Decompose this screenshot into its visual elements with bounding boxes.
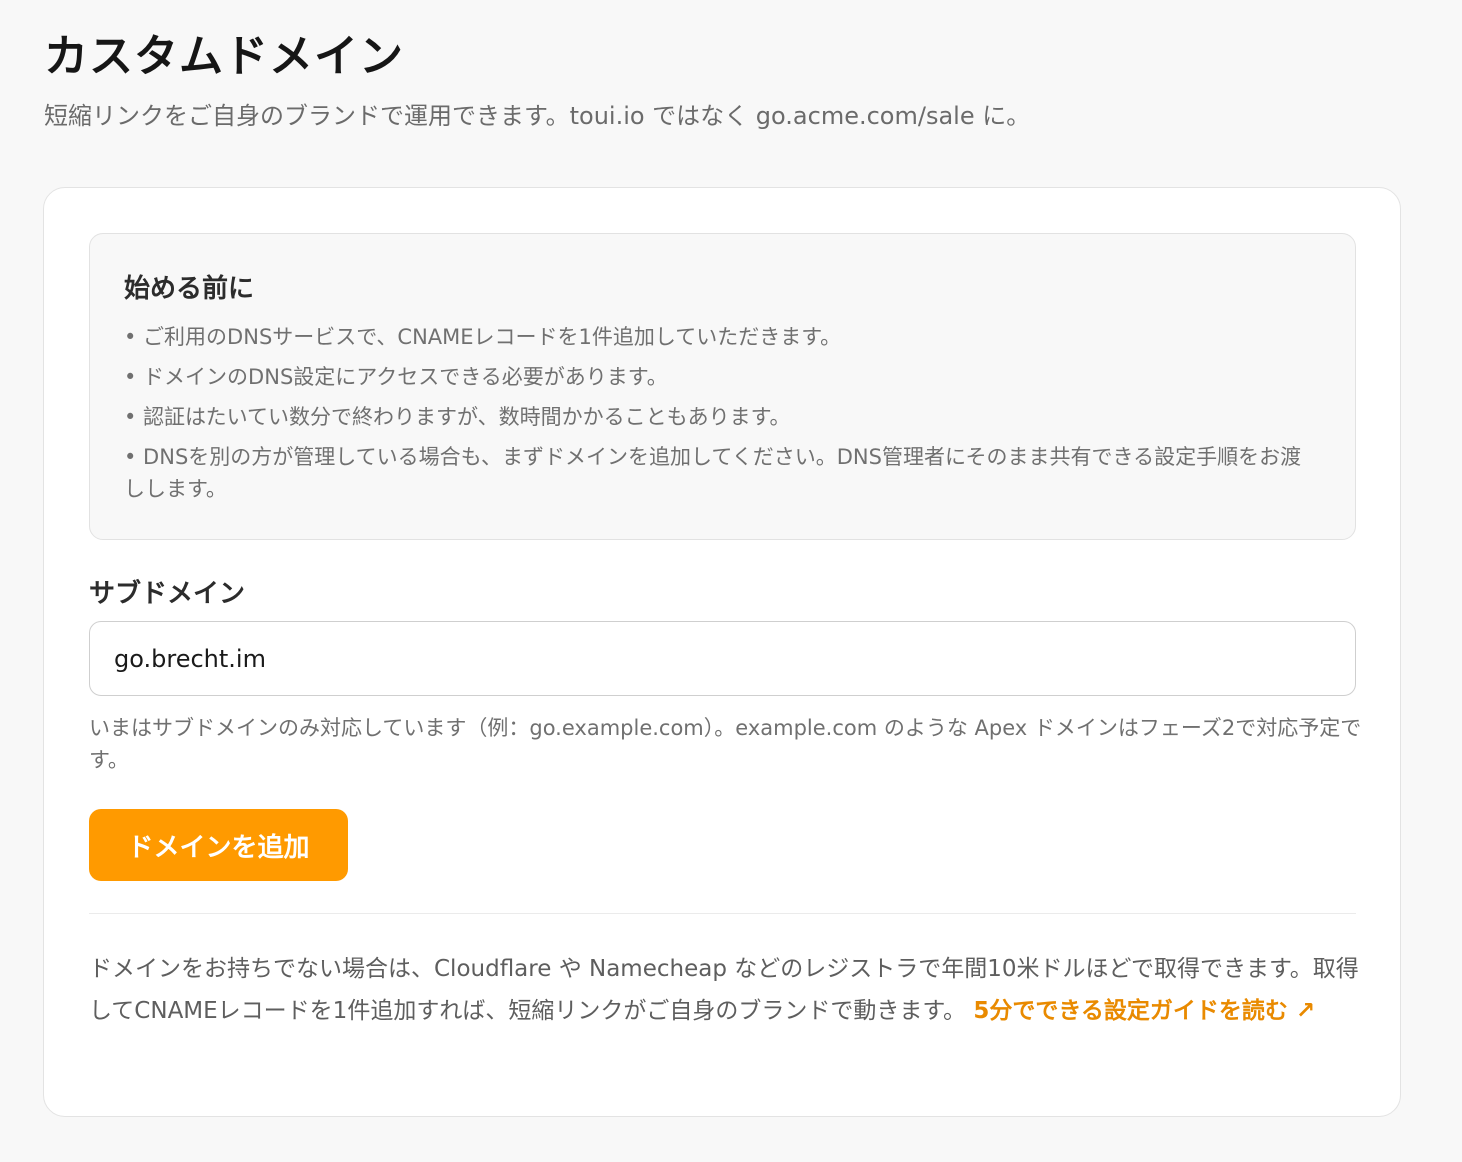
before-you-start-list: • ご利用のDNSサービスで、CNAMEレコードを1件追加していただきます。 •… xyxy=(124,321,1321,505)
custom-domain-card: 始める前に • ご利用のDNSサービスで、CNAMEレコードを1件追加していただ… xyxy=(43,187,1401,1117)
subdomain-input[interactable] xyxy=(89,621,1356,696)
setup-guide-link[interactable]: 5分でできる設定ガイドを読む ↗ xyxy=(973,998,1315,1024)
subdomain-label: サブドメイン xyxy=(89,579,246,609)
info-item: • ご利用のDNSサービスで、CNAMEレコードを1件追加していただきます。 xyxy=(124,325,842,349)
no-domain-note: ドメインをお持ちでない場合は、Cloudflare や Namecheap など… xyxy=(89,948,1364,1032)
before-you-start-box: 始める前に • ご利用のDNSサービスで、CNAMEレコードを1件追加していただ… xyxy=(89,233,1356,540)
add-domain-button[interactable]: ドメインを追加 xyxy=(89,809,348,881)
info-item: • ドメインのDNS設定にアクセスできる必要があります。 xyxy=(124,365,668,389)
info-item: • 認証はたいてい数分で終わりますが、数時間かかることもあります。 xyxy=(124,405,791,429)
subdomain-help-text: いまはサブドメインのみ対応しています（例：go.example.com）。exa… xyxy=(89,716,1362,772)
before-you-start-title: 始める前に xyxy=(124,274,255,304)
page-subtitle: 短縮リンクをご自身のブランドで運用できます。toui.io ではなく go.ac… xyxy=(44,102,1031,130)
page-title: カスタムドメイン xyxy=(44,31,404,82)
info-item: • DNSを別の方が管理している場合も、まずドメインを追加してください。DNS管… xyxy=(124,445,1302,501)
divider xyxy=(89,913,1356,914)
